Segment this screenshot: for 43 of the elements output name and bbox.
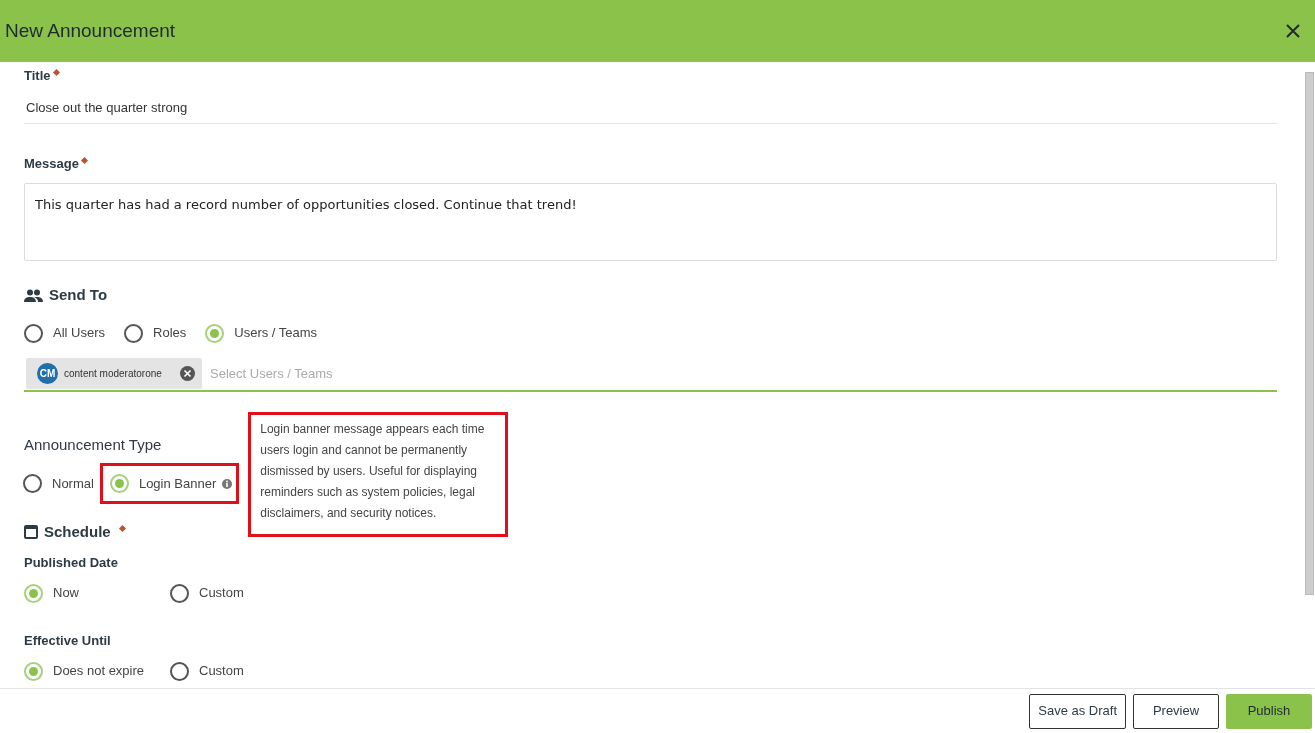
section-heading: Send To: [49, 284, 108, 305]
radio-label: Custom: [199, 662, 244, 681]
field-label: Effective Until: [24, 632, 112, 650]
scrollbar[interactable]: [1305, 72, 1314, 595]
radio-button[interactable]: [170, 661, 189, 681]
radio-label: Login Banner: [138, 474, 217, 493]
tooltip: Login banner message appears each time users login and cannot be permanently dismissed by users. Useful for displaying reminders such as system policies, legal disclaimers, and security notices.: [248, 412, 509, 537]
avatar-initials: CM: [37, 363, 58, 384]
dialog-title: New Announcement: [5, 18, 176, 43]
radio-label: All Users: [53, 324, 105, 343]
section-heading: Announcement Type: [24, 435, 163, 454]
field-label: Message: [24, 155, 79, 174]
radio-button[interactable]: [23, 474, 42, 493]
remove-icon[interactable]: [180, 366, 195, 381]
recipients-field[interactable]: CM content moderatorone Select Users / Teams: [24, 357, 1277, 392]
section-heading: Schedule: [44, 521, 111, 542]
field-label: Title: [24, 67, 51, 86]
radio-label: Does not expire: [53, 662, 145, 681]
radio-button[interactable]: [170, 583, 189, 603]
action-button[interactable]: Preview: [1133, 693, 1219, 729]
action-button[interactable]: Save as Draft: [1029, 693, 1126, 729]
radio-button[interactable]: [205, 323, 225, 343]
radio-button[interactable]: [109, 474, 129, 493]
info-icon[interactable]: [222, 478, 233, 489]
radio-label: Normal: [52, 474, 94, 493]
radio-label: Custom: [199, 584, 244, 603]
radio-label: Users / Teams: [234, 324, 318, 343]
people-icon: [24, 288, 43, 302]
recipients-placeholder: Select Users / Teams: [210, 364, 333, 383]
radio-label: Roles: [153, 324, 187, 343]
radio-button[interactable]: [24, 323, 43, 343]
title-input[interactable]: Close out the quarter strong: [24, 98, 1277, 124]
field-label: Published Date: [24, 554, 119, 572]
message-textarea[interactable]: This quarter has had a record number of opportunities closed. Continue that trend!: [24, 183, 1277, 261]
radio-button[interactable]: [24, 583, 43, 603]
action-button[interactable]: Publish: [1226, 693, 1312, 729]
recipient-chip[interactable]: CM content moderatorone: [26, 358, 202, 389]
chip-label: content moderatorone: [64, 367, 163, 381]
radio-button[interactable]: [124, 323, 143, 343]
close-icon[interactable]: [1285, 23, 1301, 39]
radio-button[interactable]: [24, 661, 43, 681]
radio-label: Now: [53, 584, 79, 603]
calendar-icon: [24, 525, 38, 539]
